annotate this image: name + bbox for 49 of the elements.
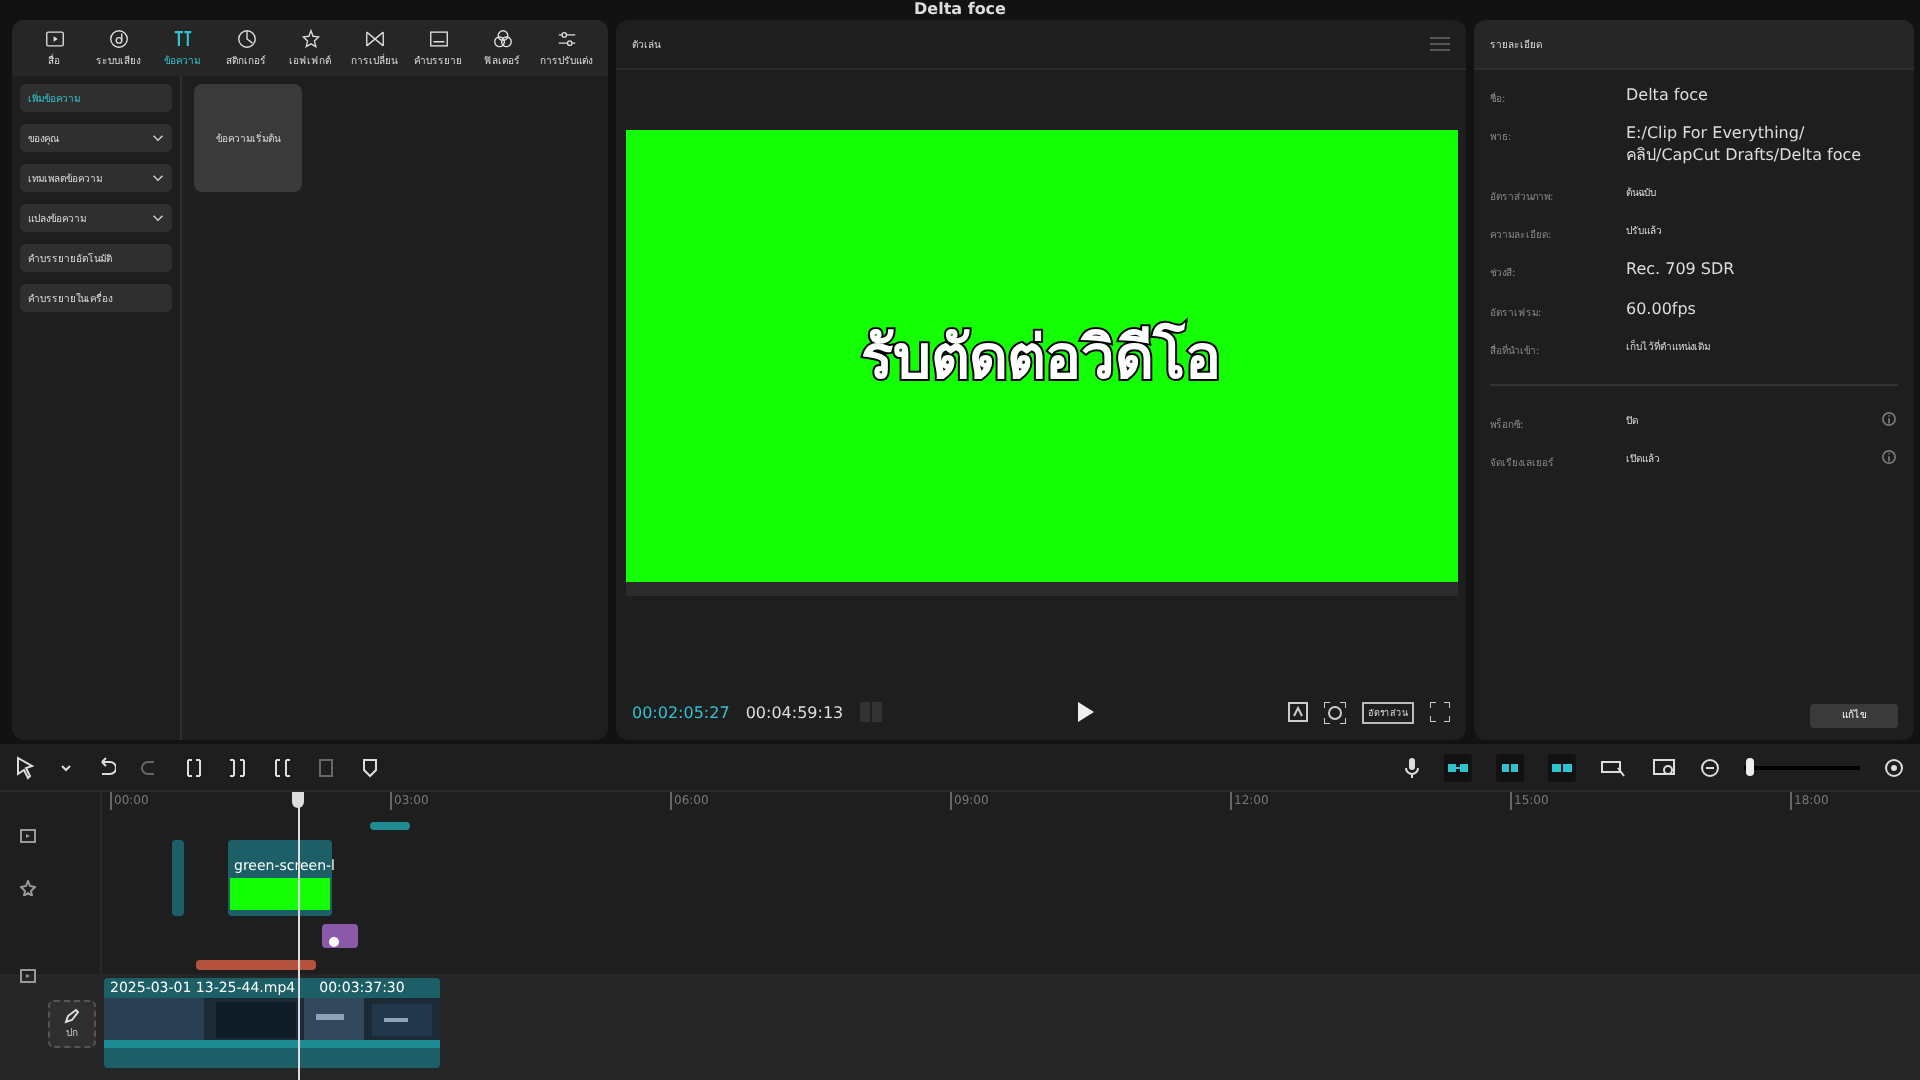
focus-icon[interactable]	[1324, 701, 1346, 723]
zoom-in-icon[interactable]	[1884, 755, 1904, 779]
chevron-down-icon	[152, 132, 164, 144]
text-clip[interactable]	[172, 840, 184, 916]
sliders-icon	[555, 28, 577, 50]
property-value: Delta foce	[1626, 86, 1710, 107]
current-time: 00:02:05:27	[632, 703, 730, 721]
caption-icon	[427, 28, 449, 50]
property-value: E:/Clip For Everything/คลิป/CapCut Drafts/Delta foce	[1626, 124, 1864, 167]
video-track-icon	[20, 968, 36, 984]
trim-right-icon[interactable]	[272, 755, 292, 779]
chevron-down-icon	[152, 212, 164, 224]
transition-icon	[363, 28, 385, 50]
microphone-icon[interactable]	[1404, 755, 1420, 779]
marker-icon[interactable]	[360, 755, 380, 779]
info-icon[interactable]	[1882, 449, 1896, 464]
delete-icon[interactable]	[316, 755, 336, 779]
window-title: Delta foce	[914, 0, 1006, 20]
split-icon[interactable]	[184, 755, 204, 779]
overlay-caption: รับตัดต่อวิดีโอ	[861, 320, 1221, 397]
play-icon[interactable]	[1076, 702, 1095, 722]
chevron-down-icon	[152, 172, 164, 184]
text-icon	[171, 28, 193, 50]
video-track-icon	[20, 828, 36, 844]
zoom-slider-thumb[interactable]	[1745, 757, 1754, 775]
screen-icon[interactable]	[1652, 755, 1676, 779]
property-value: 60.00fps	[1626, 299, 1698, 320]
music-disc-icon	[107, 28, 129, 50]
zoom-out-icon[interactable]	[1700, 755, 1720, 779]
fullscreen-icon[interactable]	[1430, 702, 1450, 722]
audio-clip[interactable]	[196, 960, 316, 970]
sticker-track-icon	[20, 880, 36, 896]
video-icon	[43, 28, 65, 50]
image-icon[interactable]	[1288, 702, 1308, 722]
info-icon[interactable]	[1882, 411, 1896, 426]
redo-icon[interactable]	[140, 755, 160, 779]
total-time: 00:04:59:13	[745, 703, 844, 721]
audio-marker	[370, 822, 410, 830]
property-value: Rec. 709 SDR	[1626, 260, 1737, 282]
filter-icon	[491, 28, 513, 50]
cursor-icon[interactable]	[16, 755, 36, 779]
trim-left-icon[interactable]	[228, 755, 248, 779]
clock-icon	[235, 28, 257, 50]
link-icon[interactable]	[1548, 753, 1576, 781]
link-icon[interactable]	[1444, 753, 1472, 781]
sticker-clip[interactable]	[322, 924, 358, 948]
pencil-icon	[64, 1008, 80, 1024]
snap-icon[interactable]	[1496, 753, 1524, 781]
undo-icon[interactable]	[96, 755, 116, 779]
